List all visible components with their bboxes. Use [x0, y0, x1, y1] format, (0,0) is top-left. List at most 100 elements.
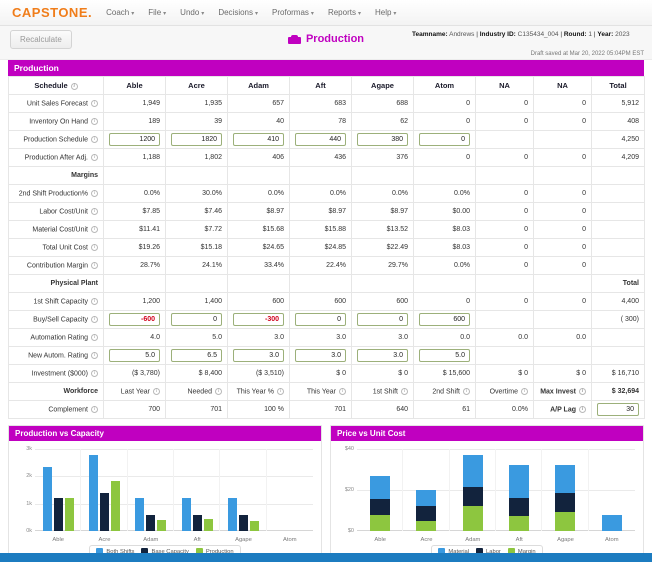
info-icon[interactable]: i — [91, 225, 98, 233]
production-schedule-input-aft[interactable] — [295, 133, 346, 146]
col-header-atom: Atom — [413, 76, 476, 95]
info-icon[interactable]: i — [463, 387, 470, 395]
new-automation-rating-input-agape[interactable] — [357, 349, 408, 362]
new-automation-rating-input-able[interactable] — [109, 349, 160, 362]
ap-lag-input[interactable] — [597, 403, 639, 416]
nav-item-coach[interactable]: Coach ▾ — [106, 8, 134, 17]
info-icon[interactable]: i — [91, 243, 98, 251]
info-icon[interactable]: i — [91, 117, 98, 125]
table-row: Investment ($000) i ($ 3,780) $ 8,400 ($ … — [8, 364, 645, 383]
new-automation-rating-input-adam[interactable] — [233, 349, 284, 362]
buy-sell-capacity-input-adam[interactable] — [233, 313, 284, 326]
info-icon[interactable]: i — [521, 387, 528, 395]
info-icon[interactable]: i — [153, 387, 160, 395]
teamname-label: Teamname: — [412, 31, 448, 38]
workforce-max-invest-value: $ 32,694 — [591, 382, 645, 401]
info-icon[interactable]: i — [91, 99, 98, 107]
col-header-total: Total — [591, 76, 645, 95]
cell-unit-sales-na1: 0 — [475, 94, 534, 113]
industry-id-value: C135434_004 — [517, 31, 559, 38]
buy-sell-capacity-input-acre[interactable] — [171, 313, 222, 326]
cell-buysell-na1 — [475, 310, 534, 329]
nav-item-decisions[interactable]: Decisions ▾ — [218, 8, 258, 17]
spacer-cell — [475, 274, 534, 293]
info-icon[interactable]: i — [579, 405, 586, 413]
segment-material-agape — [555, 465, 576, 494]
nav-item-undo[interactable]: Undo ▾ — [180, 8, 204, 17]
nav-item-help[interactable]: Help ▾ — [375, 8, 396, 17]
row-label-total-unit-cost: Total Unit Cost i — [8, 238, 104, 257]
segment-material-acre — [416, 490, 437, 506]
info-icon[interactable]: i — [215, 387, 222, 395]
chart-1-plot: 0k 1k 2k 3k — [26, 446, 313, 534]
buy-sell-capacity-input-aft[interactable] — [295, 313, 346, 326]
info-icon[interactable]: i — [91, 369, 98, 377]
info-icon[interactable]: i — [91, 189, 98, 197]
workforce-col-this-year: This Year i — [289, 382, 352, 401]
chart-2-plot: $0 $20 $40 — [345, 446, 635, 534]
new-automation-rating-input-acre[interactable] — [171, 349, 222, 362]
cell-capacity-atom: 0 — [413, 292, 476, 311]
cell-total-cost-total — [591, 238, 645, 257]
new-automation-rating-input-atom[interactable] — [419, 349, 470, 362]
cell-material-aft: $15.88 — [289, 220, 352, 239]
cell-automation-able: 4.0 — [103, 328, 166, 347]
cell-total-cost-acre: $15.18 — [165, 238, 228, 257]
col-header-na-2: NA — [533, 76, 592, 95]
info-icon[interactable]: i — [91, 333, 98, 341]
buy-sell-capacity-input-agape[interactable] — [357, 313, 408, 326]
row-label-text: Total Unit Cost — [42, 244, 88, 252]
cell-material-adam: $15.68 — [227, 220, 290, 239]
info-icon[interactable]: i — [70, 82, 78, 90]
production-schedule-input-adam[interactable] — [233, 133, 284, 146]
info-icon[interactable]: i — [401, 387, 408, 395]
cell-labor-able: $7.85 — [103, 202, 166, 221]
cell-complement-this-year: 701 — [289, 400, 352, 419]
buy-sell-capacity-input-able[interactable] — [109, 313, 160, 326]
info-icon[interactable]: i — [91, 315, 98, 323]
buy-sell-capacity-input-atom[interactable] — [419, 313, 470, 326]
info-icon[interactable]: i — [277, 387, 284, 395]
info-icon[interactable]: i — [91, 297, 98, 305]
cell-material-atom: $8.03 — [413, 220, 476, 239]
chart-2-xlabel-adam: Adam — [465, 537, 481, 543]
new-automation-rating-input-aft[interactable] — [295, 349, 346, 362]
production-schedule-input-acre[interactable] — [171, 133, 222, 146]
cell-complement-this-year-pct: 100 % — [227, 400, 290, 419]
nav-item-file-label: File — [148, 8, 162, 17]
cell-prod-sched-acre — [165, 130, 228, 149]
table-row: Complement i 700 701 100 % 701 640 61 0.0… — [8, 400, 645, 419]
chart-2-x-labels: Able Acre Adam Aft Agape Atom — [357, 537, 635, 543]
info-icon[interactable]: i — [91, 207, 98, 215]
production-schedule-input-able[interactable] — [109, 133, 160, 146]
row-label-text: Investment ($000) — [31, 370, 88, 378]
spacer-cell — [103, 274, 166, 293]
workforce-col-this-year-pct-label: This Year % — [236, 388, 274, 396]
capstone-logo: CAPSTONE. — [12, 5, 92, 20]
info-icon[interactable]: i — [91, 153, 98, 161]
cell-automation-atom: 0.0 — [413, 328, 476, 347]
workforce-col-needed-label: Needed — [187, 388, 212, 396]
nav-item-file[interactable]: File ▾ — [148, 8, 166, 17]
chevron-down-icon: ▾ — [393, 11, 397, 17]
nav-item-proformas[interactable]: Proformas ▾ — [272, 8, 314, 17]
production-schedule-input-agape[interactable] — [357, 133, 408, 146]
segment-material-atom — [601, 514, 622, 531]
chevron-down-icon: ▾ — [310, 11, 314, 17]
info-icon[interactable]: i — [91, 261, 98, 269]
info-icon[interactable]: i — [91, 405, 98, 413]
info-icon[interactable]: i — [579, 387, 586, 395]
production-schedule-input-atom[interactable] — [419, 133, 470, 146]
info-icon[interactable]: i — [91, 351, 98, 359]
chart-2-xlabel-acre: Acre — [420, 537, 433, 543]
nav-item-reports[interactable]: Reports ▾ — [328, 8, 361, 17]
industry-id-label: Industry ID: — [479, 31, 516, 38]
info-icon[interactable]: i — [91, 135, 98, 143]
chevron-down-icon: ▾ — [201, 11, 205, 17]
row-label-text: Inventory On Hand — [29, 118, 88, 126]
cell-complement-2nd-shift: 61 — [413, 400, 476, 419]
stack-group-adam — [450, 449, 496, 531]
sub-header: Recalculate Production Teamname: Andrews… — [0, 26, 652, 60]
info-icon[interactable]: i — [339, 387, 346, 395]
cell-labor-aft: $8.97 — [289, 202, 352, 221]
